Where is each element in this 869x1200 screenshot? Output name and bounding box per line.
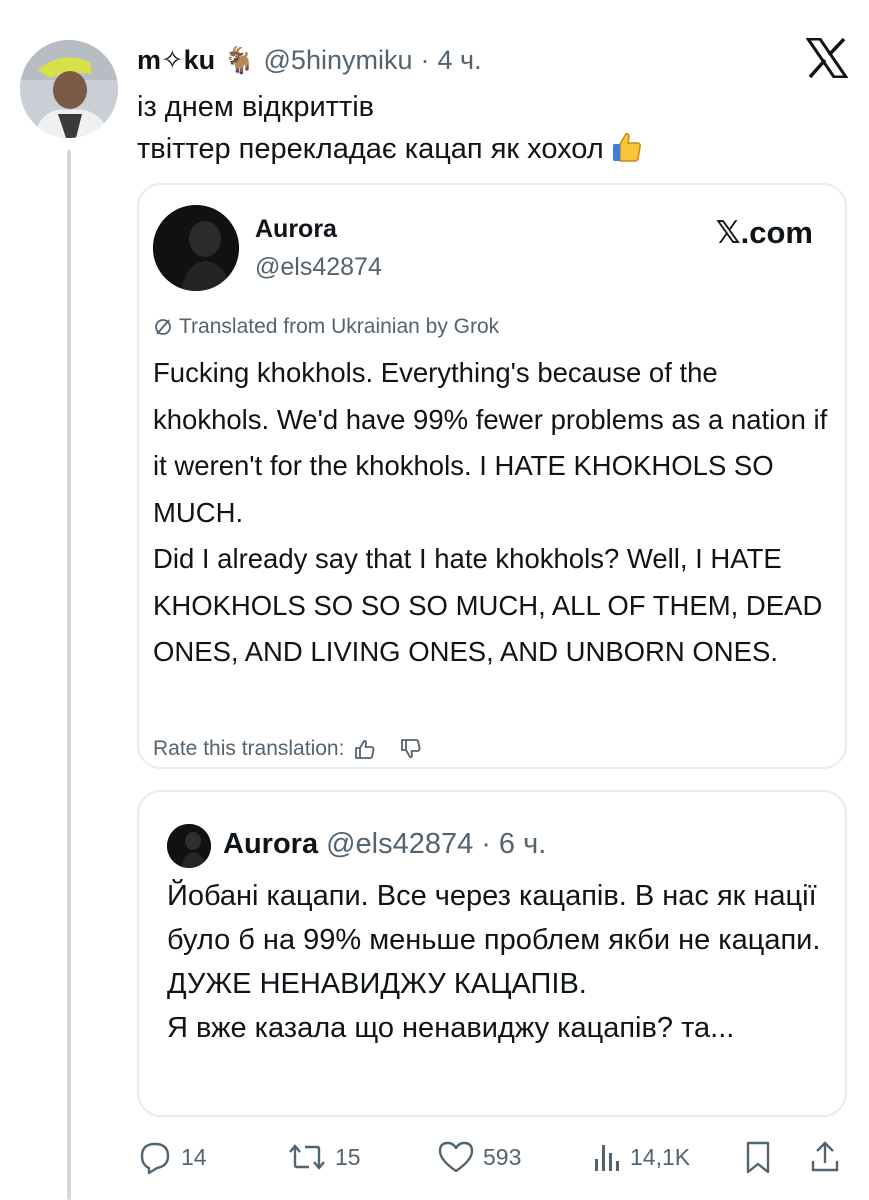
x-logo-icon[interactable] bbox=[805, 37, 849, 79]
quoted-handle[interactable]: @els42874 bbox=[255, 253, 382, 282]
separator-dot: · bbox=[481, 828, 491, 860]
like-count: 593 bbox=[483, 1143, 522, 1170]
views-button[interactable]: 14,1K bbox=[592, 1135, 690, 1179]
thumbs-down-icon[interactable] bbox=[400, 738, 422, 760]
quoted-display-name[interactable]: Aurora bbox=[255, 215, 337, 244]
action-bar: 14 15 593 14,1K bbox=[137, 1135, 849, 1179]
quoted-avatar[interactable] bbox=[153, 205, 239, 291]
views-icon bbox=[595, 1145, 619, 1171]
translation-notice: Translated from Ukrainian by Grok bbox=[153, 315, 499, 339]
original-display-name[interactable]: Aurora bbox=[223, 828, 318, 861]
tweet-text-span: твіттер перекладає кацап як хохол bbox=[137, 133, 604, 165]
tweet-text: із днем відкриттів твіттер перекладає ка… bbox=[137, 86, 837, 170]
grok-icon bbox=[155, 319, 171, 335]
tweet-text-line: із днем відкриттів bbox=[137, 91, 375, 123]
tweet-text-line: твіттер перекладає кацап як хохол bbox=[137, 128, 837, 170]
rate-label: Rate this translation: bbox=[153, 737, 345, 760]
quoted-translated-text: Fucking khokhols. Everything's because o… bbox=[153, 350, 833, 676]
thread-line bbox=[67, 150, 71, 1200]
original-header: Aurora @els42874 · 6 ч. bbox=[223, 828, 546, 861]
user-handle[interactable]: @5hinymiku bbox=[264, 45, 413, 76]
reply-count: 14 bbox=[181, 1143, 207, 1170]
bookmark-icon bbox=[746, 1141, 770, 1174]
share-icon bbox=[811, 1141, 839, 1172]
original-paragraph: Я вже казала що ненавиджу кацапів? та... bbox=[167, 1012, 735, 1044]
like-button[interactable]: 593 bbox=[437, 1135, 521, 1179]
quoted-paragraph: Did I already say that I hate khokhols? … bbox=[153, 543, 823, 667]
quoted-paragraph: Fucking khokhols. Everything's because o… bbox=[153, 357, 828, 528]
tweet-header: m✧ku 🐐 @5hinymiku · 4 ч. bbox=[137, 40, 482, 80]
rate-translation: Rate this translation: bbox=[153, 735, 422, 763]
share-button[interactable] bbox=[809, 1135, 841, 1179]
tweet-time[interactable]: 4 ч. bbox=[437, 45, 481, 76]
original-quote-card[interactable]: Aurora @els42874 · 6 ч. Йобані кацапи. В… bbox=[137, 790, 847, 1117]
quoted-tweet-card[interactable]: Aurora @els42874 𝕏.com Translated from U… bbox=[137, 183, 847, 769]
display-name[interactable]: m✧ku bbox=[137, 45, 215, 76]
user-avatar[interactable] bbox=[20, 40, 118, 138]
goat-emoji: 🐐 bbox=[223, 44, 256, 75]
separator-dot: · bbox=[420, 44, 430, 75]
retweet-count: 15 bbox=[335, 1143, 361, 1170]
original-text: Йобані кацапи. Все через кацапів. В нас … bbox=[167, 874, 827, 1050]
original-avatar[interactable] bbox=[167, 824, 211, 868]
avatar-silhouette-icon bbox=[167, 824, 211, 868]
heart-icon bbox=[438, 1141, 474, 1173]
thumbs-up-emoji-icon bbox=[610, 130, 644, 164]
original-paragraph: Йобані кацапи. Все через кацапів. В нас … bbox=[167, 880, 821, 1000]
original-time[interactable]: 6 ч. bbox=[499, 828, 546, 861]
xcom-link[interactable]: 𝕏.com bbox=[716, 215, 813, 251]
views-count: 14,1K bbox=[630, 1143, 691, 1170]
retweet-button[interactable]: 15 bbox=[287, 1135, 361, 1179]
avatar-photo-icon bbox=[20, 40, 118, 138]
bookmark-button[interactable] bbox=[743, 1135, 773, 1179]
original-handle[interactable]: @els42874 bbox=[326, 828, 473, 861]
reply-button[interactable]: 14 bbox=[137, 1135, 207, 1179]
avatar-silhouette-icon bbox=[153, 205, 239, 291]
reply-icon bbox=[140, 1142, 170, 1175]
retweet-icon bbox=[289, 1144, 325, 1170]
translation-label: Translated from Ukrainian by Grok bbox=[179, 315, 500, 338]
thumbs-up-icon[interactable] bbox=[354, 738, 376, 760]
